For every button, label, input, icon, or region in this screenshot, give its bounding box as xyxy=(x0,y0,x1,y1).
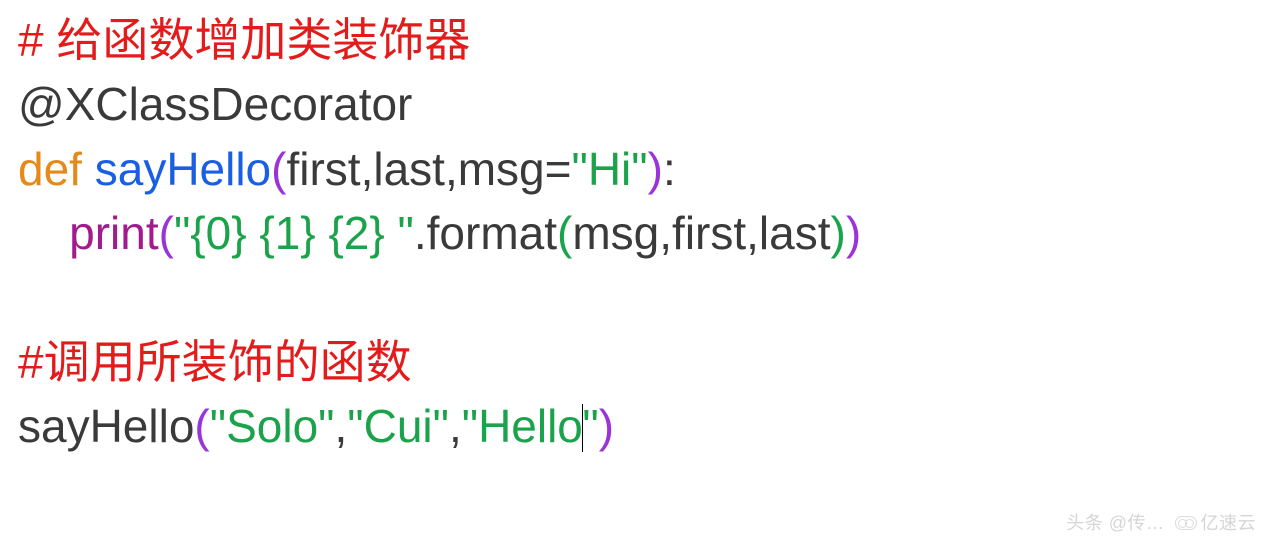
decorator: @XClassDecorator xyxy=(18,78,412,130)
code-line-2: @XClassDecorator xyxy=(18,72,1252,136)
code-line-6: #调用所装饰的函数 xyxy=(18,330,1252,394)
comma: , xyxy=(449,400,462,452)
format-string: "{0} {1} {2} " xyxy=(174,207,414,259)
code-block: # 给函数增加类装饰器 @XClassDecorator def sayHell… xyxy=(18,8,1252,459)
call-name: sayHello xyxy=(18,400,194,452)
left-paren: ( xyxy=(159,207,174,259)
comment-text: # 给函数增加类装饰器 xyxy=(18,14,470,66)
infinity-icon xyxy=(1175,516,1197,530)
colon: : xyxy=(663,143,676,195)
indent xyxy=(18,207,69,259)
comment-text: #调用所装饰的函数 xyxy=(18,336,412,388)
blank xyxy=(18,272,31,324)
parameters: first,last,msg= xyxy=(286,143,571,195)
right-paren: ) xyxy=(846,207,861,259)
string-arg3b: " xyxy=(582,400,598,452)
left-paren: ( xyxy=(194,400,209,452)
left-paren: ( xyxy=(271,143,286,195)
code-line-1: # 给函数增加类装饰器 xyxy=(18,8,1252,72)
code-line-3: def sayHello(first,last,msg="Hi"): xyxy=(18,137,1252,201)
string-arg3a: "Hello xyxy=(462,400,583,452)
watermark-text-2: 亿速云 xyxy=(1201,511,1257,536)
watermark-logo-icon: 亿速云 xyxy=(1175,511,1257,536)
dot-format: .format xyxy=(414,207,557,259)
code-line-4: print("{0} {1} {2} ".format(msg,first,la… xyxy=(18,201,1252,265)
code-line-5-blank xyxy=(18,266,1252,330)
string-arg1: "Solo" xyxy=(210,400,335,452)
keyword-def: def xyxy=(18,143,95,195)
right-paren-inner: ) xyxy=(831,207,846,259)
builtin-print: print xyxy=(69,207,158,259)
watermark-text-1: 头条 @传… xyxy=(1066,511,1164,536)
string-arg2: "Cui" xyxy=(347,400,449,452)
watermark-group: 头条 @传… 亿速云 xyxy=(1066,511,1256,536)
right-paren: ) xyxy=(648,143,663,195)
right-paren: ) xyxy=(599,400,614,452)
default-string: "Hi" xyxy=(572,143,648,195)
format-args: msg,first,last xyxy=(572,207,830,259)
function-name: sayHello xyxy=(95,143,271,195)
comma: , xyxy=(334,400,347,452)
code-line-7: sayHello("Solo","Cui","Hello") xyxy=(18,394,1252,458)
left-paren-inner: ( xyxy=(557,207,572,259)
